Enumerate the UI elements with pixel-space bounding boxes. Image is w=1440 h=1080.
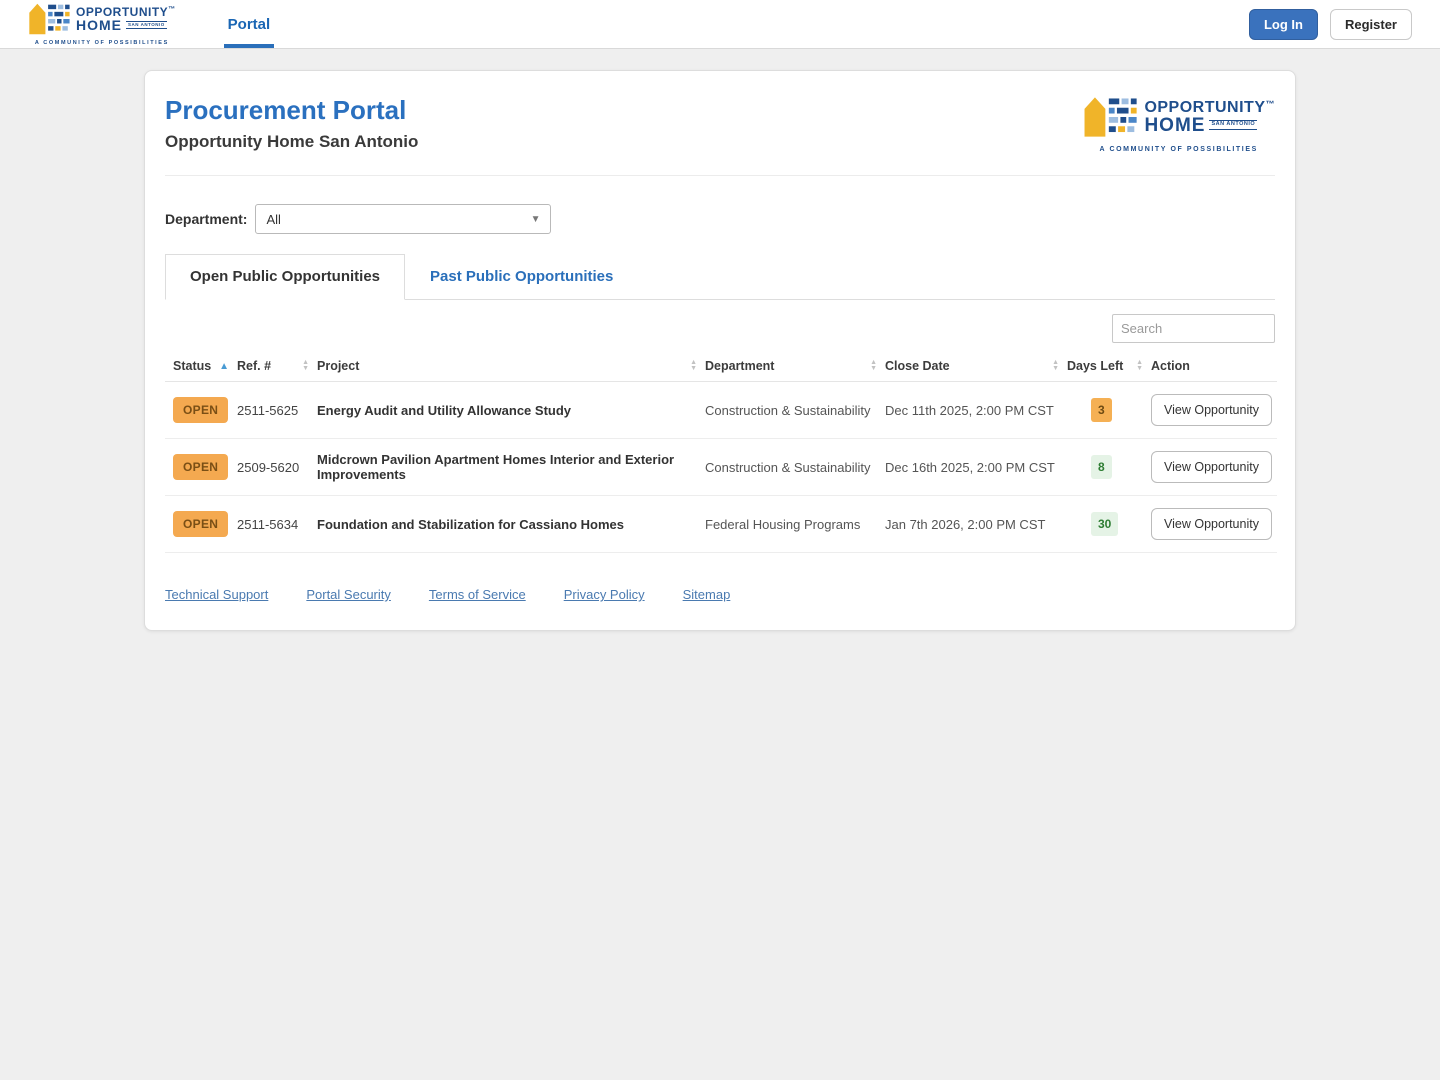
table-row: OPEN 2511-5625 Energy Audit and Utility … bbox=[165, 381, 1277, 439]
col-ref[interactable]: Ref. # ▲ ▼ bbox=[237, 353, 317, 382]
logo-line1: OPPORTUNITY bbox=[1144, 98, 1266, 116]
days-left-badge: 8 bbox=[1091, 455, 1112, 479]
search-input[interactable] bbox=[1112, 314, 1275, 343]
logo-line2: HOME bbox=[1144, 114, 1206, 136]
portal-card: Procurement Portal Opportunity Home San … bbox=[144, 70, 1296, 631]
app-logo[interactable]: OPPORTUNITY™ HOME SAN ANTONIO A COMMUNITY… bbox=[28, 0, 176, 48]
close-date-cell: Dec 16th 2025, 2:00 PM CST bbox=[885, 438, 1067, 496]
house-logo-icon bbox=[28, 2, 70, 36]
logo-tagline: A COMMUNITY OF POSSIBILITIES bbox=[34, 40, 169, 46]
col-status[interactable]: Status ▲ bbox=[165, 353, 237, 382]
days-left-badge: 30 bbox=[1091, 512, 1119, 536]
table-row: OPEN 2511-5634 Foundation and Stabilizat… bbox=[165, 495, 1277, 553]
view-opportunity-button[interactable]: View Opportunity bbox=[1151, 451, 1272, 483]
status-badge: OPEN bbox=[173, 397, 229, 423]
project-name: Foundation and Stabilization for Cassian… bbox=[317, 495, 705, 553]
page-title: Procurement Portal bbox=[165, 95, 407, 125]
table-header-row: Status ▲ Ref. # ▲ ▼ Project ▲ ▼ Department ▲ ▼ … bbox=[165, 353, 1277, 382]
sort-icon: ▲ ▼ bbox=[870, 359, 877, 372]
footer-link-portal-security[interactable]: Portal Security bbox=[306, 587, 391, 602]
footer-links: Technical Support Portal Security Terms … bbox=[165, 587, 1275, 608]
project-name: Energy Audit and Utility Allowance Study bbox=[317, 381, 705, 439]
view-opportunity-button[interactable]: View Opportunity bbox=[1151, 508, 1272, 540]
department-select[interactable]: All ▼ bbox=[255, 204, 552, 234]
department-selected-value: All bbox=[266, 211, 281, 227]
col-close-date[interactable]: Close Date ▲ ▼ bbox=[885, 353, 1067, 382]
col-department[interactable]: Department ▲ ▼ bbox=[705, 353, 885, 382]
sort-icon: ▲ ▼ bbox=[690, 359, 697, 372]
department-label: Department: bbox=[165, 211, 248, 227]
tab-past-public-opportunities[interactable]: Past Public Opportunities bbox=[405, 254, 638, 299]
logo-sub: SAN ANTONIO bbox=[1209, 120, 1258, 130]
login-button[interactable]: Log In bbox=[1248, 8, 1318, 40]
trademark-symbol: ™ bbox=[168, 6, 176, 13]
house-logo-icon bbox=[1082, 95, 1138, 139]
footer-link-technical-support[interactable]: Technical Support bbox=[165, 587, 268, 602]
close-date-cell: Jan 7th 2026, 2:00 PM CST bbox=[885, 495, 1067, 553]
footer-link-terms-of-service[interactable]: Terms of Service bbox=[429, 587, 526, 602]
project-name: Midcrown Pavilion Apartment Homes Interi… bbox=[317, 438, 705, 496]
logo-tagline: A COMMUNITY OF POSSIBILITIES bbox=[1099, 146, 1258, 153]
sort-ascending-icon: ▲ bbox=[219, 360, 229, 372]
col-project[interactable]: Project ▲ ▼ bbox=[317, 353, 705, 382]
days-left-badge: 3 bbox=[1091, 398, 1112, 422]
view-opportunity-button[interactable]: View Opportunity bbox=[1151, 394, 1272, 426]
trademark-symbol: ™ bbox=[1265, 98, 1275, 109]
page-subtitle: Opportunity Home San Antonio bbox=[165, 132, 419, 151]
department-cell: Federal Housing Programs bbox=[705, 495, 885, 553]
chevron-down-icon: ▼ bbox=[530, 213, 541, 225]
top-navbar: OPPORTUNITY™ HOME SAN ANTONIO A COMMUNITY… bbox=[0, 0, 1440, 49]
status-badge: OPEN bbox=[173, 454, 229, 480]
table-row: OPEN 2509-5620 Midcrown Pavilion Apartme… bbox=[165, 438, 1277, 496]
col-action: Action bbox=[1151, 353, 1277, 382]
footer-link-privacy-policy[interactable]: Privacy Policy bbox=[564, 587, 645, 602]
ref-number: 2511-5625 bbox=[237, 381, 317, 439]
close-date-cell: Dec 11th 2025, 2:00 PM CST bbox=[885, 381, 1067, 439]
sort-icon: ▲ ▼ bbox=[1136, 359, 1143, 372]
header-divider bbox=[165, 175, 1275, 176]
footer-link-sitemap[interactable]: Sitemap bbox=[683, 587, 731, 602]
tab-open-public-opportunities[interactable]: Open Public Opportunities bbox=[165, 254, 406, 300]
status-badge: OPEN bbox=[173, 511, 229, 537]
opportunities-table: Status ▲ Ref. # ▲ ▼ Project ▲ ▼ Department ▲ ▼ … bbox=[165, 353, 1277, 553]
sort-icon: ▲ ▼ bbox=[302, 359, 309, 372]
department-cell: Construction & Sustainability bbox=[705, 438, 885, 496]
nav-portal-link[interactable]: Portal bbox=[223, 0, 275, 48]
ref-number: 2509-5620 bbox=[237, 438, 317, 496]
sort-icon: ▲ ▼ bbox=[1052, 359, 1059, 372]
department-cell: Construction & Sustainability bbox=[705, 381, 885, 439]
register-button[interactable]: Register bbox=[1329, 8, 1412, 40]
tab-bar: Open Public Opportunities Past Public Op… bbox=[165, 254, 1275, 300]
ref-number: 2511-5634 bbox=[237, 495, 317, 553]
logo-line2: HOME bbox=[76, 17, 122, 33]
logo-sub: SAN ANTONIO bbox=[126, 20, 167, 30]
col-days-left[interactable]: Days Left ▲ ▼ bbox=[1067, 353, 1151, 382]
card-logo: OPPORTUNITY™ HOME SAN ANTONIO A COMMUNITY… bbox=[1082, 95, 1275, 153]
